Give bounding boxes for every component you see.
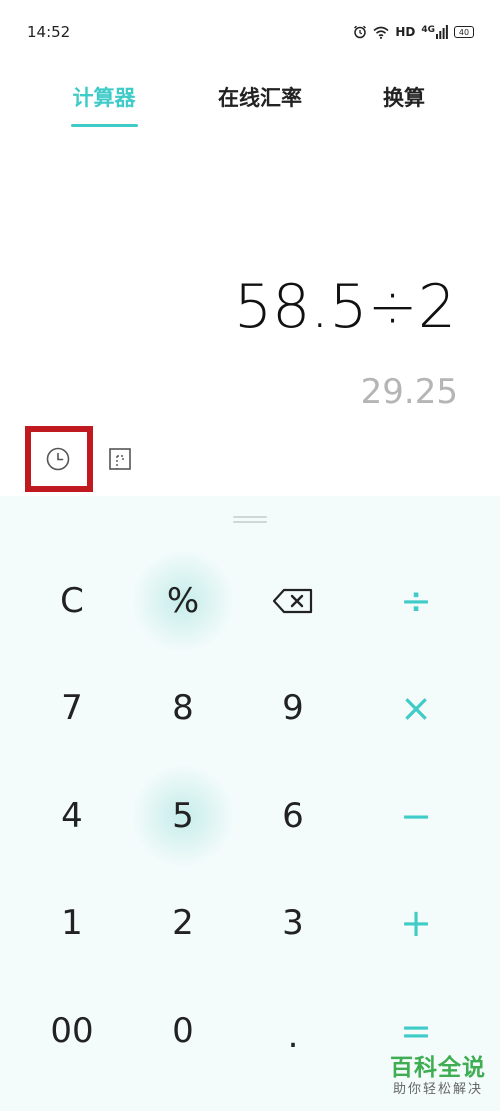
network-type-label: 4G [421, 25, 435, 35]
status-icons: HD 4G 40 [353, 22, 474, 42]
expression-display: 58.5÷2 [233, 272, 456, 342]
watermark-subtitle: 助你轻松解决 [392, 1082, 483, 1097]
key-4[interactable]: 4 [22, 766, 122, 866]
key-multiply[interactable]: × [366, 658, 466, 758]
key-1[interactable]: 1 [22, 873, 122, 973]
result-preview: 29.25 [360, 372, 458, 412]
active-tab-indicator [71, 124, 138, 127]
key-5[interactable]: 5 [133, 766, 233, 866]
key-decimal-point[interactable]: . [243, 986, 343, 1086]
tab-conversion[interactable]: 换算 [383, 82, 425, 112]
key-divide[interactable]: ÷ [366, 551, 466, 651]
status-time: 14:52 [27, 23, 71, 41]
alarm-icon [354, 25, 367, 39]
key-percent[interactable]: % [133, 551, 233, 651]
scientific-mode-button[interactable] [108, 447, 132, 471]
calculator-screen: 14:52 HD 4G 40 计算器 在线汇率 换算 58.5÷2 29.25 … [0, 0, 500, 1111]
key-6[interactable]: 6 [243, 766, 343, 866]
key-3[interactable]: 3 [243, 873, 343, 973]
wifi-icon [373, 26, 389, 39]
top-tabs: 计算器 在线汇率 换算 [0, 82, 500, 132]
key-add[interactable]: + [366, 873, 466, 973]
tab-online-exchange-rate[interactable]: 在线汇率 [218, 82, 302, 112]
hd-badge: HD [395, 25, 416, 39]
key-2[interactable]: 2 [133, 873, 233, 973]
tab-calculator[interactable]: 计算器 [73, 82, 136, 112]
drag-handle[interactable] [233, 516, 267, 524]
battery-icon: 40 [454, 26, 474, 38]
key-subtract[interactable]: − [366, 766, 466, 866]
key-double-zero[interactable]: 00 [22, 981, 122, 1081]
scientific-mode-icon [109, 448, 131, 470]
key-clear[interactable]: C [22, 551, 122, 651]
key-0[interactable]: 0 [133, 981, 233, 1081]
backspace-icon [272, 588, 313, 614]
history-button[interactable] [45, 446, 71, 472]
key-backspace[interactable] [243, 551, 343, 651]
signal-icon [436, 25, 448, 39]
keypad: C % ÷ 7 8 9 × 4 5 6 − 1 2 3 + 00 0 . = [0, 496, 500, 1111]
watermark-logo: 百科全说 助你轻松解决 [390, 1055, 486, 1099]
status-bar: 14:52 HD 4G 40 [0, 0, 500, 60]
watermark-title: 百科全说 [390, 1055, 486, 1081]
clock-icon [46, 447, 70, 471]
key-7[interactable]: 7 [22, 658, 122, 758]
key-8[interactable]: 8 [133, 658, 233, 758]
key-9[interactable]: 9 [243, 658, 343, 758]
